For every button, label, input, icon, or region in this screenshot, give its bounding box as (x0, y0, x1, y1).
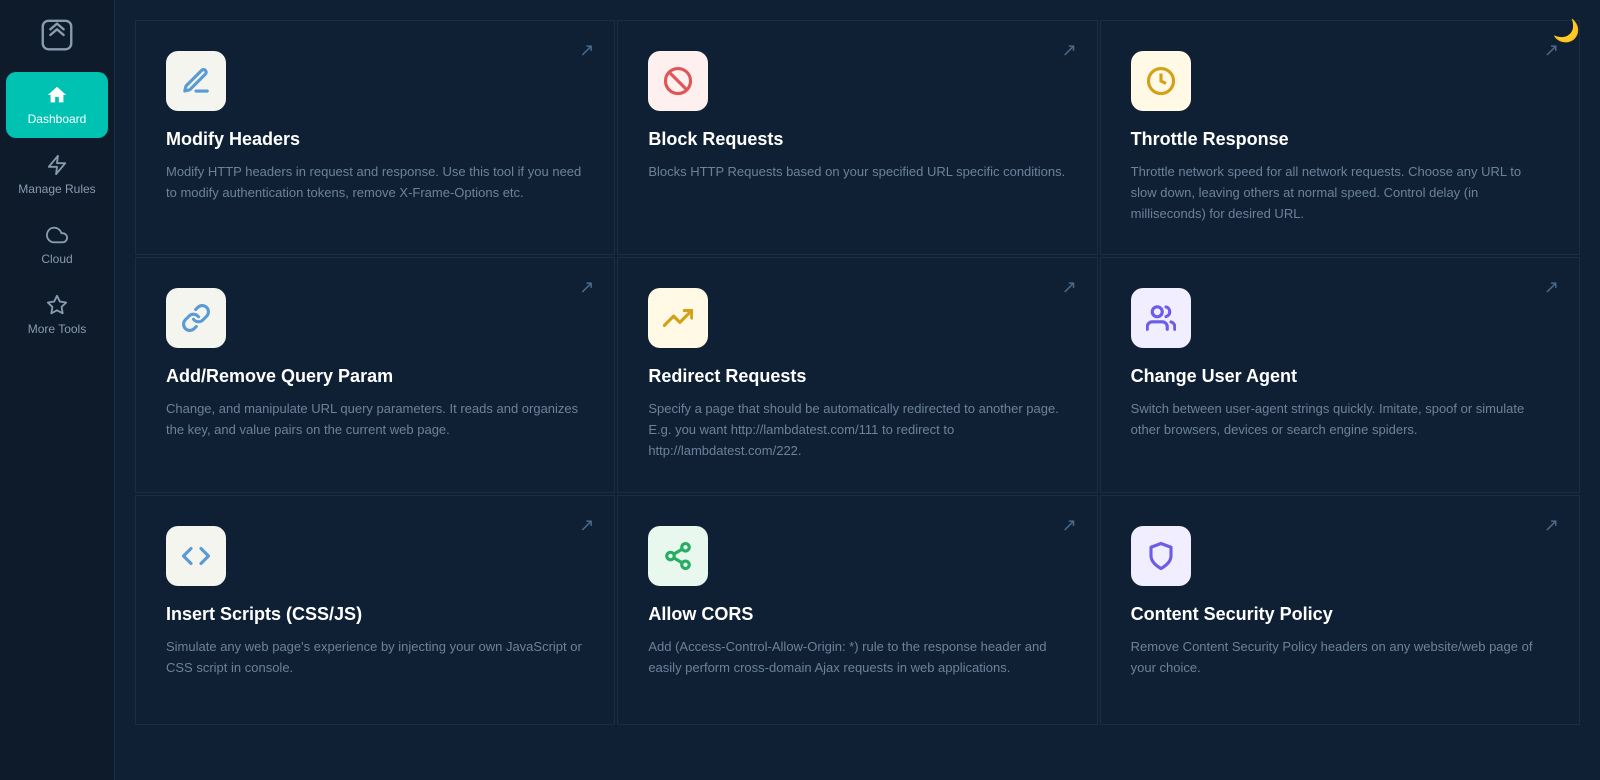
user-agent-icon-wrapper (1131, 288, 1191, 348)
allow-cors-icon-wrapper (648, 526, 708, 586)
tool-card-insert-scripts[interactable]: ↗ Insert Scripts (CSS/JS) Simulate any w… (135, 495, 615, 725)
modify-headers-icon-wrapper (166, 51, 226, 111)
content-security-desc: Remove Content Security Policy headers o… (1131, 637, 1549, 679)
expand-icon: ↗ (579, 516, 594, 534)
insert-scripts-desc: Simulate any web page's experience by in… (166, 637, 584, 679)
sidebar-manage-rules-label: Manage Rules (18, 182, 95, 196)
throttle-icon-wrapper (1131, 51, 1191, 111)
expand-icon: ↗ (579, 41, 594, 59)
tools-grid: ↗ Modify Headers Modify HTTP headers in … (135, 20, 1580, 725)
user-agent-title: Change User Agent (1131, 366, 1549, 387)
tool-card-throttle-response[interactable]: ↗ Throttle Response Throttle network spe… (1100, 20, 1580, 255)
allow-cors-title: Allow CORS (648, 604, 1066, 625)
redirect-icon-wrapper (648, 288, 708, 348)
query-param-desc: Change, and manipulate URL query paramet… (166, 399, 584, 441)
query-param-title: Add/Remove Query Param (166, 366, 584, 387)
sidebar-more-tools-label: More Tools (28, 322, 86, 336)
redirect-requests-desc: Specify a page that should be automatica… (648, 399, 1066, 461)
expand-icon: ↗ (1062, 516, 1077, 534)
expand-icon: ↗ (1062, 278, 1077, 296)
sidebar: Dashboard Manage Rules Cloud More Tools (0, 0, 115, 780)
sidebar-item-manage-rules[interactable]: Manage Rules (6, 142, 108, 208)
block-requests-desc: Blocks HTTP Requests based on your speci… (648, 162, 1066, 183)
sidebar-cloud-label: Cloud (41, 252, 72, 266)
tool-card-redirect-requests[interactable]: ↗ Redirect Requests Specify a page that … (617, 257, 1097, 492)
query-param-icon-wrapper (166, 288, 226, 348)
tool-card-modify-headers[interactable]: ↗ Modify Headers Modify HTTP headers in … (135, 20, 615, 255)
modify-headers-title: Modify Headers (166, 129, 584, 150)
expand-icon: ↗ (1062, 41, 1077, 59)
content-security-title: Content Security Policy (1131, 604, 1549, 625)
tool-card-allow-cors[interactable]: ↗ Allow CORS Add (Access-Control-Allow-O… (617, 495, 1097, 725)
expand-icon: ↗ (579, 278, 594, 296)
user-agent-desc: Switch between user-agent strings quickl… (1131, 399, 1549, 441)
block-requests-title: Block Requests (648, 129, 1066, 150)
sidebar-item-more-tools[interactable]: More Tools (6, 282, 108, 348)
content-security-icon-wrapper (1131, 526, 1191, 586)
redirect-requests-title: Redirect Requests (648, 366, 1066, 387)
throttle-response-desc: Throttle network speed for all network r… (1131, 162, 1549, 224)
expand-icon: ↗ (1544, 278, 1559, 296)
sidebar-item-cloud[interactable]: Cloud (6, 212, 108, 278)
app-logo[interactable] (32, 10, 82, 60)
tool-card-query-param[interactable]: ↗ Add/Remove Query Param Change, and man… (135, 257, 615, 492)
insert-scripts-title: Insert Scripts (CSS/JS) (166, 604, 584, 625)
allow-cors-desc: Add (Access-Control-Allow-Origin: *) rul… (648, 637, 1066, 679)
sidebar-dashboard-label: Dashboard (28, 112, 87, 126)
tool-card-block-requests[interactable]: ↗ Block Requests Blocks HTTP Requests ba… (617, 20, 1097, 255)
insert-scripts-icon-wrapper (166, 526, 226, 586)
expand-icon: ↗ (1544, 516, 1559, 534)
modify-headers-desc: Modify HTTP headers in request and respo… (166, 162, 584, 204)
block-requests-icon-wrapper (648, 51, 708, 111)
sidebar-item-dashboard[interactable]: Dashboard (6, 72, 108, 138)
dark-mode-button[interactable]: 🌙 (1553, 18, 1580, 44)
tool-card-content-security[interactable]: ↗ Content Security Policy Remove Content… (1100, 495, 1580, 725)
main-content: ↗ Modify Headers Modify HTTP headers in … (115, 0, 1600, 780)
tool-card-user-agent[interactable]: ↗ Change User Agent Switch between user-… (1100, 257, 1580, 492)
throttle-response-title: Throttle Response (1131, 129, 1549, 150)
